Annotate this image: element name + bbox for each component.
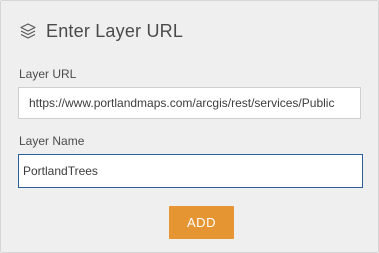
enter-layer-url-panel: Enter Layer URL Layer URL Layer Name ADD bbox=[0, 0, 379, 253]
layers-icon bbox=[19, 22, 37, 40]
layer-name-label: Layer Name bbox=[19, 134, 85, 148]
layer-name-input[interactable] bbox=[18, 154, 363, 188]
layer-url-input[interactable] bbox=[18, 87, 361, 119]
add-button[interactable]: ADD bbox=[169, 206, 234, 239]
panel-title: Enter Layer URL bbox=[46, 20, 184, 41]
panel-header: Enter Layer URL bbox=[19, 19, 183, 43]
layer-url-label: Layer URL bbox=[19, 67, 77, 81]
